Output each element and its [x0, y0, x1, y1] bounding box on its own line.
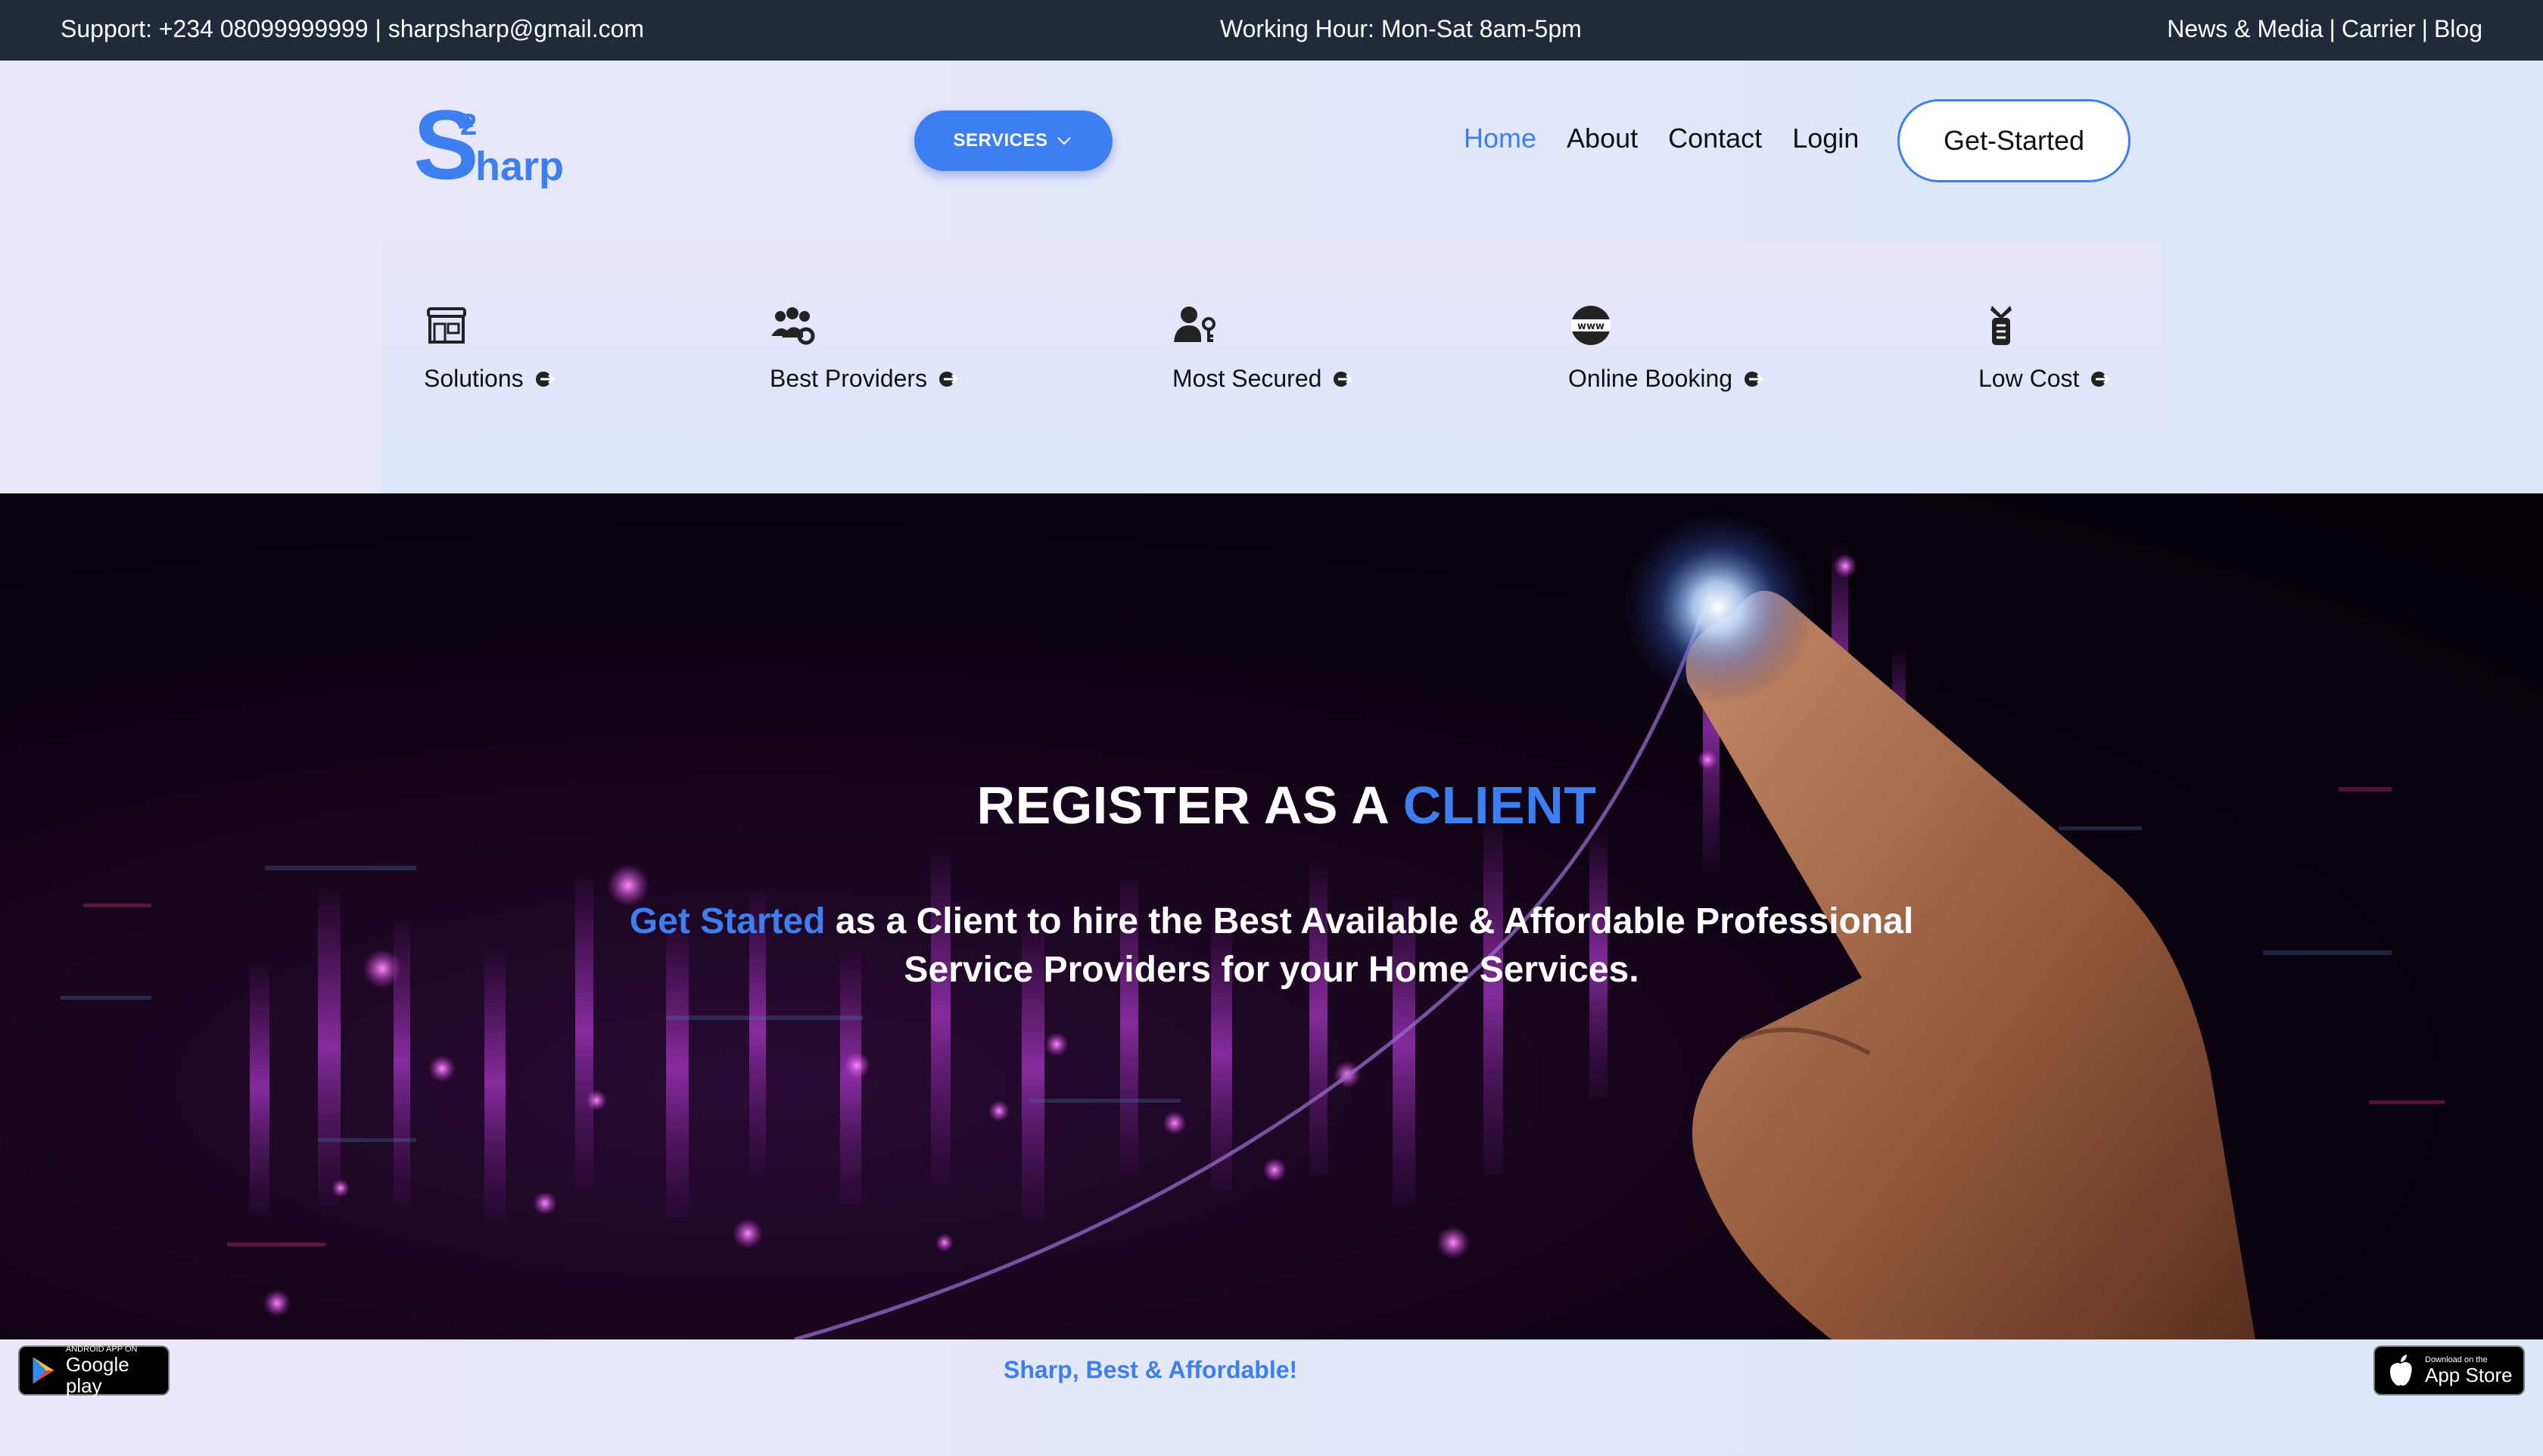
- nav-home[interactable]: Home: [1464, 123, 1536, 154]
- feature-online-booking[interactable]: www Online Booking: [1568, 303, 1766, 393]
- news-media-link[interactable]: News & Media: [2167, 15, 2323, 43]
- main-nav: Home About Contact Login: [1464, 123, 1859, 154]
- hero-title-main: REGISTER AS A: [976, 776, 1388, 835]
- nav-contact[interactable]: Contact: [1668, 123, 1762, 154]
- chevron-down-icon: [1057, 137, 1072, 145]
- hero-subtitle: Get Started as a Client to hire the Best…: [621, 898, 1922, 994]
- feature-solutions[interactable]: Solutions: [424, 303, 557, 393]
- link-separator: |: [2421, 15, 2428, 42]
- hero-subtitle-text: as a Client to hire the Best Available &…: [835, 901, 1914, 990]
- feature-label: Low Cost: [1978, 365, 2080, 392]
- get-started-button[interactable]: Get-Started: [1897, 99, 2131, 182]
- features-strip: Solutions Best Providers Most Secured ww…: [381, 242, 2162, 493]
- google-play-badge[interactable]: ANDROID APP ON Google play: [18, 1345, 170, 1397]
- nav-about[interactable]: About: [1567, 123, 1638, 154]
- money-icon: [1991, 306, 2012, 345]
- user-key-icon: [1174, 306, 1215, 342]
- services-dropdown-button[interactable]: SERVICES: [914, 110, 1113, 171]
- get-started-link[interactable]: Get Started: [630, 901, 826, 941]
- feature-low-cost[interactable]: Low Cost: [1978, 303, 2112, 393]
- link-separator: |: [2329, 15, 2336, 42]
- arrow-circle-right-icon: [939, 371, 959, 387]
- arrow-circle-right-icon: [1745, 371, 1764, 387]
- footer-tagline: Sharp, Best & Affordable!: [1004, 1356, 1298, 1383]
- feature-label: Best Providers: [770, 365, 928, 392]
- app-store-badge[interactable]: Download on the App Store: [2373, 1346, 2525, 1395]
- google-play-icon: [33, 1357, 54, 1384]
- sharp-logo[interactable]: S 2 harp: [413, 103, 572, 194]
- top-info-bar: Support: +234 08099999999 | sharpsharp@g…: [0, 0, 2543, 61]
- feature-label: Online Booking: [1568, 365, 1733, 392]
- hero-title: REGISTER AS A CLIENT: [0, 775, 2543, 835]
- arrow-circle-right-icon: [535, 371, 555, 387]
- working-hours: Working Hour: Mon-Sat 8am-5pm: [1220, 15, 1582, 42]
- logo-text: harp: [475, 144, 564, 189]
- top-links: News & Media | Carrier | Blog: [2167, 15, 2482, 43]
- feature-label: Solutions: [424, 365, 524, 392]
- apple-icon: [2390, 1355, 2412, 1386]
- hero-title-accent: CLIENT: [1402, 776, 1597, 835]
- feature-best-providers[interactable]: Best Providers: [770, 303, 960, 393]
- arrow-circle-right-icon: [2091, 371, 2111, 387]
- people-gear-icon: [771, 307, 815, 345]
- hero-banner: REGISTER AS A CLIENT Get Started as a Cl…: [0, 493, 2543, 1339]
- google-play-big: Google play: [65, 1353, 129, 1397]
- logo-superscript: 2: [460, 108, 477, 142]
- blog-link[interactable]: Blog: [2434, 15, 2482, 43]
- store-icon: [427, 307, 466, 344]
- nav-login[interactable]: Login: [1792, 123, 1859, 154]
- feature-label: Most Secured: [1172, 365, 1322, 392]
- support-contact: Support: +234 08099999999 | sharpsharp@g…: [61, 15, 645, 42]
- svg-text:www: www: [1577, 321, 1605, 332]
- services-label: SERVICES: [953, 130, 1048, 151]
- www-globe-icon: www: [1571, 306, 1611, 345]
- carrier-link[interactable]: Carrier: [2342, 15, 2416, 43]
- app-store-big: App Store: [2425, 1364, 2513, 1386]
- feature-most-secured[interactable]: Most Secured: [1172, 303, 1355, 393]
- arrow-circle-right-icon: [1334, 371, 1353, 387]
